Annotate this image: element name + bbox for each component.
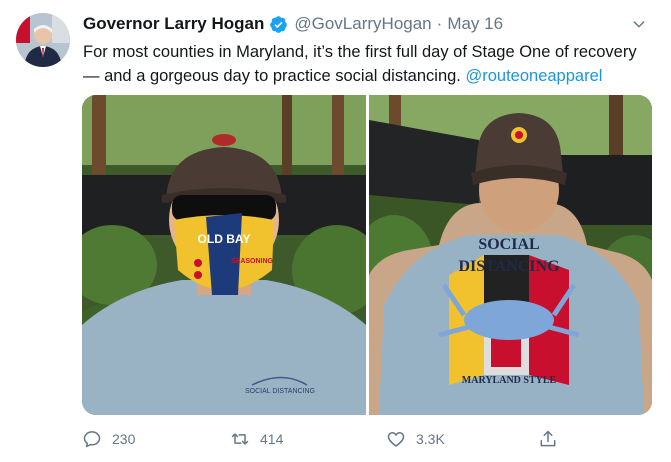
reply-count: 230 — [112, 431, 136, 447]
photo-left[interactable]: OLD BAY SEASONING SOCIAL DISTANCING — [82, 95, 366, 415]
chevron-down-icon[interactable] — [631, 16, 647, 32]
shirt-label-left: SOCIAL DISTANCING — [245, 388, 315, 395]
reply-icon — [83, 431, 101, 448]
avatar[interactable] — [16, 13, 70, 67]
mask-label-side: SEASONING — [231, 258, 274, 265]
tweet-header: Governor Larry Hogan @GovLarryHogan · Ma… — [83, 12, 651, 36]
tweet-actions: 230 414 3.3K — [82, 428, 562, 450]
avatar-image — [16, 13, 70, 67]
mask-label-top: OLD BAY — [198, 232, 251, 246]
like-count: 3.3K — [416, 431, 445, 447]
tweet-media: OLD BAY SEASONING SOCIAL DISTANCING SOCI… — [82, 95, 652, 415]
share-button[interactable] — [538, 429, 568, 449]
header-separator: · — [436, 14, 443, 33]
shirt-title-line-1: SOCIAL — [478, 236, 539, 253]
author-handle[interactable]: @GovLarryHogan — [294, 14, 431, 34]
shirt-bottom-text: MARYLAND STYLE — [461, 375, 556, 386]
retweet-count: 414 — [260, 431, 284, 447]
tweet-text: For most counties in Maryland, it’s the … — [83, 40, 653, 88]
verified-badge-icon — [270, 15, 288, 33]
retweet-icon — [231, 433, 249, 445]
author-name[interactable]: Governor Larry Hogan — [83, 14, 264, 34]
heart-icon — [387, 432, 405, 447]
photo-right[interactable]: SOCIAL DISTANCING MARYLAND STYLE — [368, 95, 653, 415]
retweet-button[interactable]: 414 — [230, 429, 283, 449]
like-button[interactable]: 3.3K — [386, 429, 445, 449]
tweet-date[interactable]: May 16 — [447, 14, 503, 34]
share-icon — [540, 430, 556, 447]
reply-button[interactable]: 230 — [82, 429, 135, 449]
shirt-title-line-2: DISTANCING — [458, 258, 560, 275]
mention-link[interactable]: @routeoneapparel — [465, 67, 602, 85]
